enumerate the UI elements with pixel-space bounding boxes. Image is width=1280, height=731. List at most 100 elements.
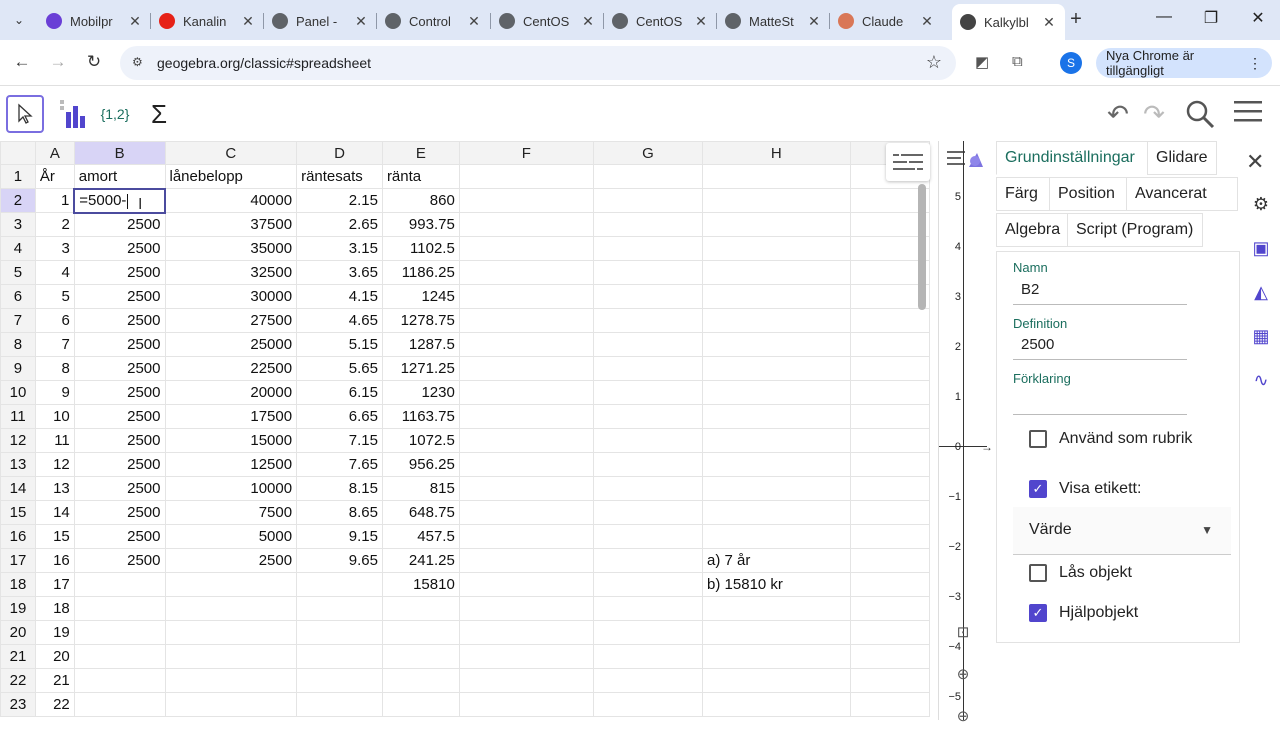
cell-h10[interactable] <box>702 380 851 405</box>
cell-d20[interactable] <box>296 620 383 645</box>
cell-e19[interactable] <box>381 596 460 621</box>
cell-c17[interactable]: 2500 <box>164 548 298 573</box>
cell-d23[interactable] <box>296 692 383 717</box>
corner-cell[interactable] <box>0 141 36 165</box>
cell-filler[interactable] <box>849 620 930 645</box>
cell-g11[interactable] <box>592 404 704 429</box>
cell-b9[interactable]: 2500 <box>73 356 166 381</box>
address-bar[interactable]: ⚙ geogebra.org/classic#spreadsheet ☆ <box>120 46 956 80</box>
spreadsheet-scrollbar[interactable] <box>918 184 926 310</box>
cell-d9[interactable]: 5.65 <box>296 356 383 381</box>
browser-tab[interactable]: CentOS ✕ <box>604 6 717 36</box>
cell-g20[interactable] <box>592 620 704 645</box>
cell-h9[interactable] <box>702 356 851 381</box>
undo-icon[interactable]: ↶ <box>1100 99 1136 130</box>
tab-close-icon[interactable]: ✕ <box>693 13 709 30</box>
algebra-icon[interactable]: ∿ <box>1248 367 1274 393</box>
cell-g14[interactable] <box>592 476 704 501</box>
tab-color[interactable]: Färg <box>996 177 1050 211</box>
tab-close-icon[interactable]: ✕ <box>919 13 935 30</box>
spreadsheet-style-bar-toggle[interactable] <box>886 143 930 181</box>
cell-c14[interactable]: 10000 <box>164 476 298 501</box>
cell-b10[interactable]: 2500 <box>73 380 166 405</box>
row-header[interactable]: 14 <box>0 476 36 501</box>
cell-h16[interactable] <box>702 524 851 549</box>
cell-c22[interactable] <box>164 668 298 693</box>
cell-filler[interactable] <box>849 476 930 501</box>
column-header-c[interactable]: C <box>164 141 298 165</box>
label-mode-dropdown[interactable]: Värde ▼ <box>1013 507 1231 555</box>
row-header[interactable]: 10 <box>0 380 36 405</box>
settings-gear-icon[interactable]: ⚙ <box>1248 191 1274 217</box>
cell-filler[interactable] <box>849 596 930 621</box>
tab-close-icon[interactable]: ✕ <box>580 13 596 30</box>
cell-f4[interactable] <box>458 236 594 261</box>
cell-h12[interactable] <box>702 428 851 453</box>
cell-filler[interactable] <box>849 572 930 597</box>
cell-a12[interactable]: 11 <box>34 428 75 453</box>
cell-e21[interactable] <box>381 644 460 669</box>
cell-g23[interactable] <box>592 692 704 717</box>
cell-g6[interactable] <box>592 284 704 309</box>
cell-f14[interactable] <box>458 476 594 501</box>
cell-b22[interactable] <box>73 668 166 693</box>
browser-tab[interactable]: Kanalin ✕ <box>151 6 264 36</box>
forward-button[interactable]: → <box>47 52 69 72</box>
cell-h19[interactable] <box>702 596 851 621</box>
cell-c10[interactable]: 20000 <box>164 380 298 405</box>
cell-g5[interactable] <box>592 260 704 285</box>
cell-g10[interactable] <box>592 380 704 405</box>
cell-e9[interactable]: 1271.25 <box>381 356 460 381</box>
menu-dots-icon[interactable]: ⋮ <box>1248 55 1262 72</box>
cell-a13[interactable]: 12 <box>34 452 75 477</box>
back-button[interactable]: ← <box>11 52 33 72</box>
cell-a14[interactable]: 13 <box>34 476 75 501</box>
cell-f19[interactable] <box>458 596 594 621</box>
restore-button[interactable]: ❐ <box>1199 8 1223 28</box>
cell-f6[interactable] <box>458 284 594 309</box>
cell-h7[interactable] <box>702 308 851 333</box>
graphics-settings-icon[interactable]: ⊡ <box>949 619 977 647</box>
tab-basic[interactable]: Grundinställningar <box>996 141 1148 175</box>
cell-b23[interactable] <box>73 692 166 717</box>
browser-tab[interactable]: Kalkylbl ✕ <box>952 4 1065 40</box>
cell-a18[interactable]: 17 <box>34 572 75 597</box>
cell-e7[interactable]: 1278.75 <box>381 308 460 333</box>
row-header[interactable]: 21 <box>0 644 36 669</box>
cell-h1[interactable] <box>702 164 851 189</box>
cell-filler[interactable] <box>849 380 930 405</box>
cell-e5[interactable]: 1186.25 <box>381 260 460 285</box>
cell-e8[interactable]: 1287.5 <box>381 332 460 357</box>
cell-f2[interactable] <box>458 188 594 213</box>
column-header-b[interactable]: B <box>73 141 166 165</box>
cell-b4[interactable]: 2500 <box>73 236 166 261</box>
cell-filler[interactable] <box>849 428 930 453</box>
cell-a11[interactable]: 10 <box>34 404 75 429</box>
cell-c5[interactable]: 32500 <box>164 260 298 285</box>
chrome-update-button[interactable]: Nya Chrome är tillgängligt ⋮ <box>1096 48 1272 78</box>
browser-tab[interactable]: Control ✕ <box>377 6 490 36</box>
cell-c23[interactable] <box>164 692 298 717</box>
cell-filler[interactable] <box>849 356 930 381</box>
cell-filler[interactable] <box>849 332 930 357</box>
cell-f18[interactable] <box>458 572 594 597</box>
cell-a7[interactable]: 6 <box>34 308 75 333</box>
cell-g15[interactable] <box>592 500 704 525</box>
cell-d17[interactable]: 9.65 <box>296 548 383 573</box>
reload-button[interactable]: ↻ <box>83 52 105 72</box>
browser-tab[interactable]: MatteSt ✕ <box>717 6 830 36</box>
cell-f21[interactable] <box>458 644 594 669</box>
cell-filler[interactable] <box>849 644 930 669</box>
cell-d13[interactable]: 7.65 <box>296 452 383 477</box>
cell-d4[interactable]: 3.15 <box>296 236 383 261</box>
cell-b12[interactable]: 2500 <box>73 428 166 453</box>
cell-d21[interactable] <box>296 644 383 669</box>
cell-h22[interactable] <box>702 668 851 693</box>
cell-e20[interactable] <box>381 620 460 645</box>
cell-g18[interactable] <box>592 572 704 597</box>
cell-b21[interactable] <box>73 644 166 669</box>
cell-filler[interactable] <box>849 308 930 333</box>
cell-e3[interactable]: 993.75 <box>381 212 460 237</box>
cell-b18[interactable] <box>73 572 166 597</box>
cell-g4[interactable] <box>592 236 704 261</box>
